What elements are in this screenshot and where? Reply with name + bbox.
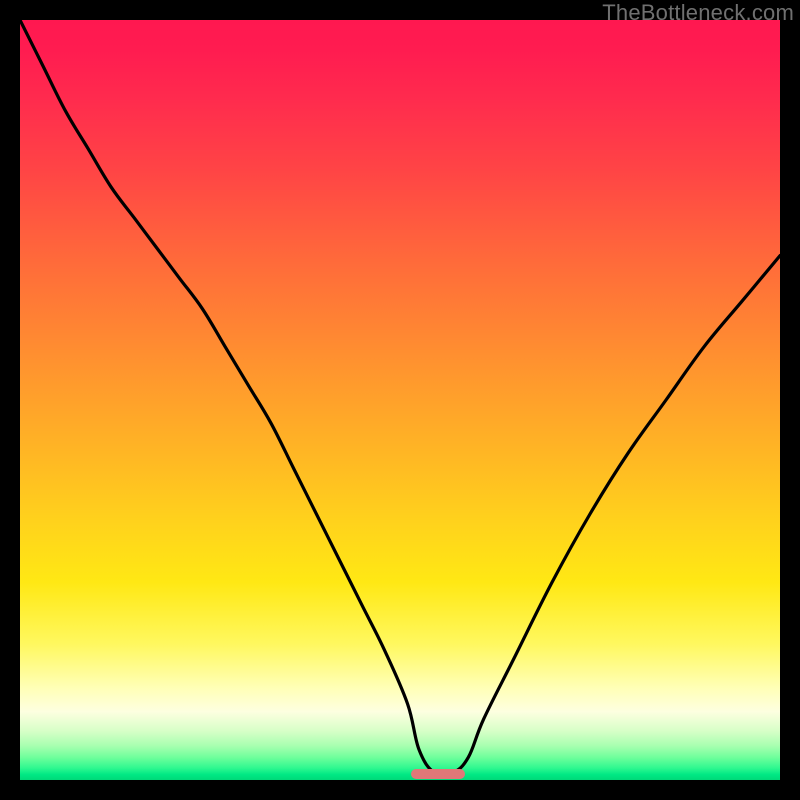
curve-svg [20, 20, 780, 780]
chart-frame: TheBottleneck.com [0, 0, 800, 800]
watermark-text: TheBottleneck.com [602, 0, 794, 26]
optimum-marker [411, 769, 464, 779]
bottleneck-curve-path [20, 20, 780, 775]
plot-area [20, 20, 780, 780]
